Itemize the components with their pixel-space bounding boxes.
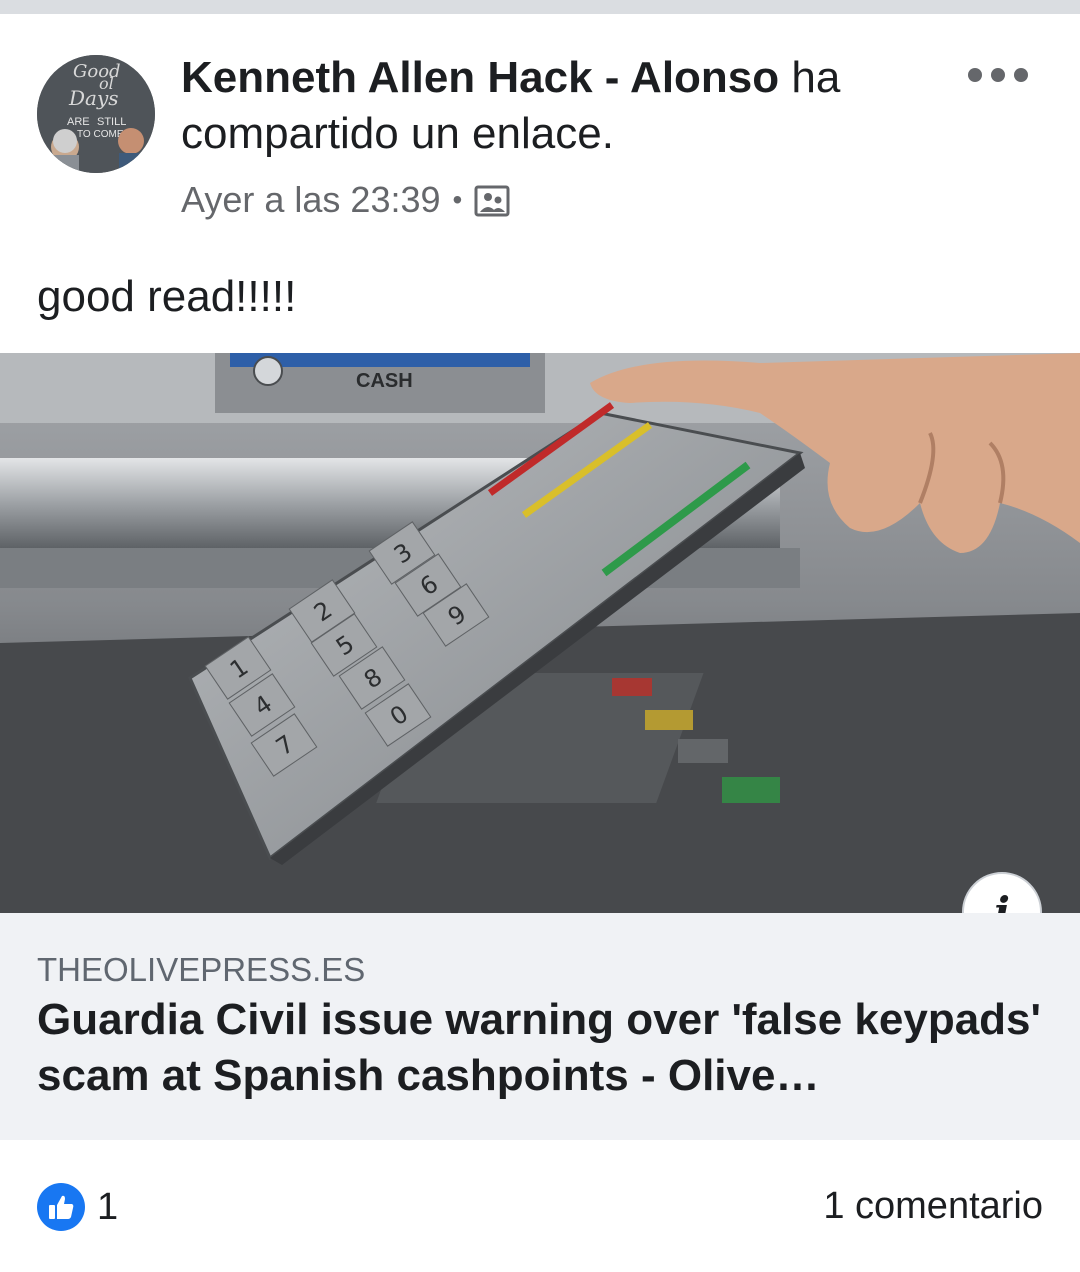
post-timestamp[interactable]: Ayer a las 23:39	[181, 178, 441, 222]
thumbs-up-icon	[37, 1183, 85, 1231]
like-count: 1	[97, 1185, 119, 1228]
avatar-text-still: STILL	[97, 116, 126, 128]
avatar-text-days: Days	[68, 86, 119, 110]
reactions-summary[interactable]: 1	[37, 1183, 118, 1231]
more-dot	[1014, 68, 1028, 82]
more-dot	[991, 68, 1005, 82]
post-meta: Ayer a las 23:39 •	[181, 178, 510, 222]
comments-count[interactable]: 1 comentario	[823, 1185, 1043, 1228]
meta-separator: •	[452, 184, 463, 215]
post-text: good read!!!!!	[37, 272, 297, 321]
more-dot	[968, 68, 982, 82]
avatar-text-are: ARE	[67, 116, 90, 128]
photo-album-icon[interactable]	[474, 183, 510, 217]
top-divider	[0, 0, 1080, 14]
avatar-text-to-come: TO COME	[77, 129, 124, 140]
avatar[interactable]: Good ol Days ARE STILL TO COME	[37, 55, 155, 173]
author-name[interactable]: Kenneth Allen Hack - Alonso	[181, 53, 779, 102]
cash-label: CASH	[356, 370, 413, 392]
link-domain: THEOLIVEPRESS.ES	[37, 951, 366, 988]
link-preview-image[interactable]: CASH 1 2 3 4 5 6 7 8 9 0	[0, 353, 1080, 913]
link-title[interactable]: Guardia Civil issue warning over 'false …	[37, 992, 1047, 1104]
post-header: Kenneth Allen Hack - Alonso ha compartid…	[181, 50, 941, 162]
more-options-icon[interactable]	[968, 60, 1028, 90]
